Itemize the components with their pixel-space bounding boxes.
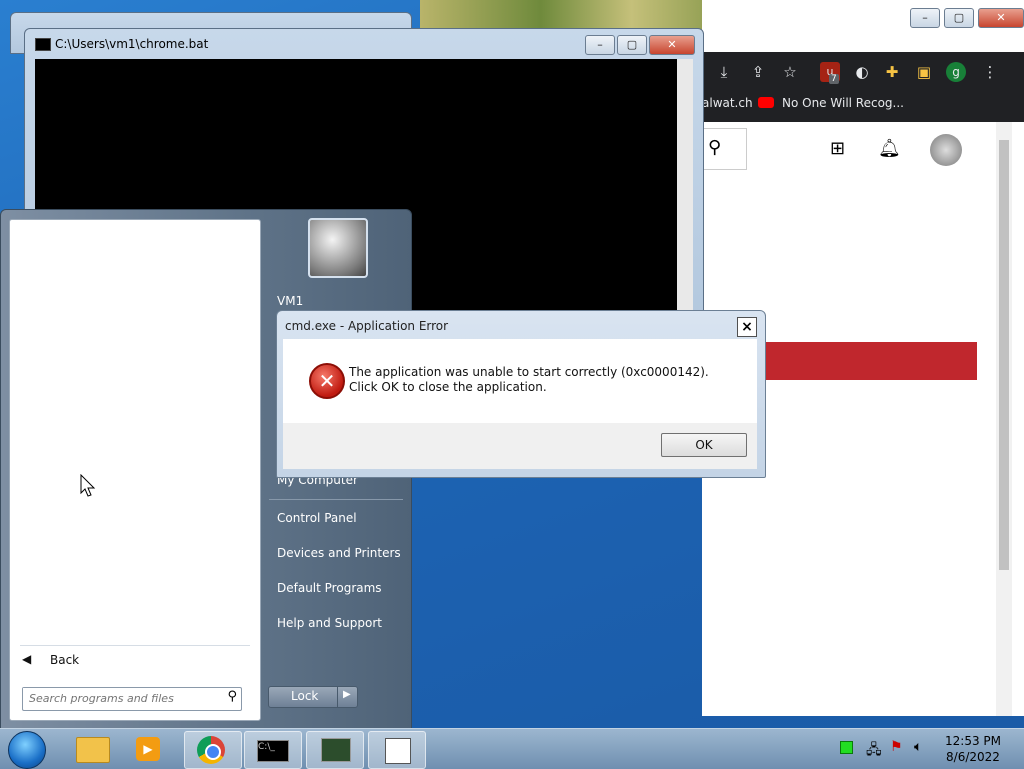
network-icon[interactable]: 🖧︎: [866, 739, 882, 763]
mouse-cursor-icon: [80, 474, 96, 497]
back-button[interactable]: ◀ Back: [20, 652, 250, 676]
bookmark-star-icon[interactable]: ☆: [780, 62, 800, 82]
error-message: The application was unable to start corr…: [349, 365, 709, 394]
clock[interactable]: 12:53 PM 8/6/2022: [938, 733, 1008, 765]
window-controls: – ▢ ✕: [585, 35, 695, 55]
menu-item-control-panel[interactable]: Control Panel: [277, 511, 357, 525]
profile-avatar[interactable]: g: [946, 62, 966, 82]
lock-label: Lock: [291, 689, 319, 703]
divider: [20, 645, 250, 646]
dialog-body: ✕ The application was unable to start co…: [283, 339, 757, 423]
dialog-footer: OK: [283, 423, 757, 469]
taskbar-window[interactable]: [368, 731, 426, 769]
task-manager-icon: [321, 738, 351, 762]
console-scrollbar[interactable]: [677, 59, 693, 317]
bookmark-item[interactable]: No One Will Recog...: [782, 96, 904, 110]
console-icon: C:\_: [257, 740, 289, 762]
bookmark-item[interactable]: alwat.ch: [702, 96, 753, 110]
puzzle-extensions-icon[interactable]: ✚: [882, 62, 902, 82]
maximize-button[interactable]: ▢: [944, 8, 974, 28]
taskbar-media-player[interactable]: ▶: [122, 731, 178, 767]
taskbar-explorer[interactable]: [64, 731, 120, 767]
bookmarks-bar: alwat.ch No One Will Recog...: [702, 90, 1024, 122]
chrome-window-controls: – ▢ ✕: [910, 8, 1024, 28]
youtube-search-button[interactable]: ⚲: [702, 128, 747, 170]
create-video-icon[interactable]: ⊞: [830, 138, 845, 159]
close-button[interactable]: ✕: [649, 35, 695, 55]
volume-icon[interactable]: 🔈︎: [914, 739, 922, 755]
time: 12:53 PM: [945, 734, 1001, 748]
user-picture[interactable]: [308, 218, 368, 278]
taskbar-chrome[interactable]: [184, 731, 242, 769]
folder-icon: [76, 737, 110, 763]
youtube-account-avatar[interactable]: [930, 134, 962, 166]
taskbar-task-manager[interactable]: [306, 731, 364, 769]
action-center-icon[interactable]: ⚑: [890, 739, 903, 755]
console-icon: [35, 38, 51, 51]
taskbar-cmd[interactable]: C:\_: [244, 731, 302, 769]
notifications-bell-icon[interactable]: 🔔︎: [878, 138, 901, 159]
start-button[interactable]: [8, 731, 46, 769]
error-icon: ✕: [309, 363, 345, 399]
date: 8/6/2022: [946, 750, 1000, 764]
user-name[interactable]: VM1: [277, 294, 303, 308]
chrome-scrollbar[interactable]: [996, 122, 1012, 716]
minimize-button[interactable]: –: [585, 35, 615, 55]
window-title: C:\Users\vm1\chrome.bat: [55, 37, 209, 51]
programs-panel: ◀ Back ⚲: [9, 219, 261, 721]
menu-item-devices-and-printers[interactable]: Devices and Printers: [277, 546, 401, 560]
lock-button[interactable]: Lock ▶: [268, 686, 358, 708]
back-label: Back: [50, 653, 80, 667]
chrome-toolbar: ⤓ ⇪ ☆ u 7 ◐ ✚ ▣ g ⋮: [702, 52, 1024, 90]
maximize-button[interactable]: ▢: [617, 35, 647, 55]
extension-icon[interactable]: ◐: [852, 62, 872, 82]
menu-item-default-programs[interactable]: Default Programs: [277, 581, 382, 595]
back-arrow-icon: ◀: [22, 652, 32, 666]
menu-item-help-and-support[interactable]: Help and Support: [277, 616, 382, 630]
share-icon[interactable]: ⇪: [748, 62, 768, 82]
divider: [269, 499, 403, 500]
error-dialog: cmd.exe - Application Error × ✕ The appl…: [276, 310, 766, 478]
window-icon: [385, 738, 411, 764]
close-button[interactable]: ×: [737, 317, 757, 337]
youtube-icon: [758, 97, 774, 108]
status-indicator-icon[interactable]: [840, 741, 853, 754]
extension-badge: 7: [829, 74, 839, 84]
more-menu-icon[interactable]: ⋮: [980, 62, 1000, 82]
side-panel-icon[interactable]: ▣: [914, 62, 934, 82]
search-icon[interactable]: ⚲: [227, 689, 237, 704]
minimize-button[interactable]: –: [910, 8, 940, 28]
dialog-title: cmd.exe - Application Error: [285, 319, 449, 333]
search-icon: ⚲: [708, 137, 722, 158]
search-box: ⚲: [22, 687, 242, 711]
search-input[interactable]: [23, 688, 225, 708]
close-button[interactable]: ✕: [978, 8, 1024, 28]
chevron-right-icon[interactable]: ▶: [343, 689, 351, 700]
ok-button[interactable]: OK: [661, 433, 747, 457]
taskbar: ▶ C:\_ 🖧︎ ⚑ 🔈︎ 12:53 PM 8/6/2022: [0, 728, 1024, 769]
install-icon[interactable]: ⤓: [714, 62, 734, 82]
media-player-icon: ▶: [136, 737, 160, 761]
